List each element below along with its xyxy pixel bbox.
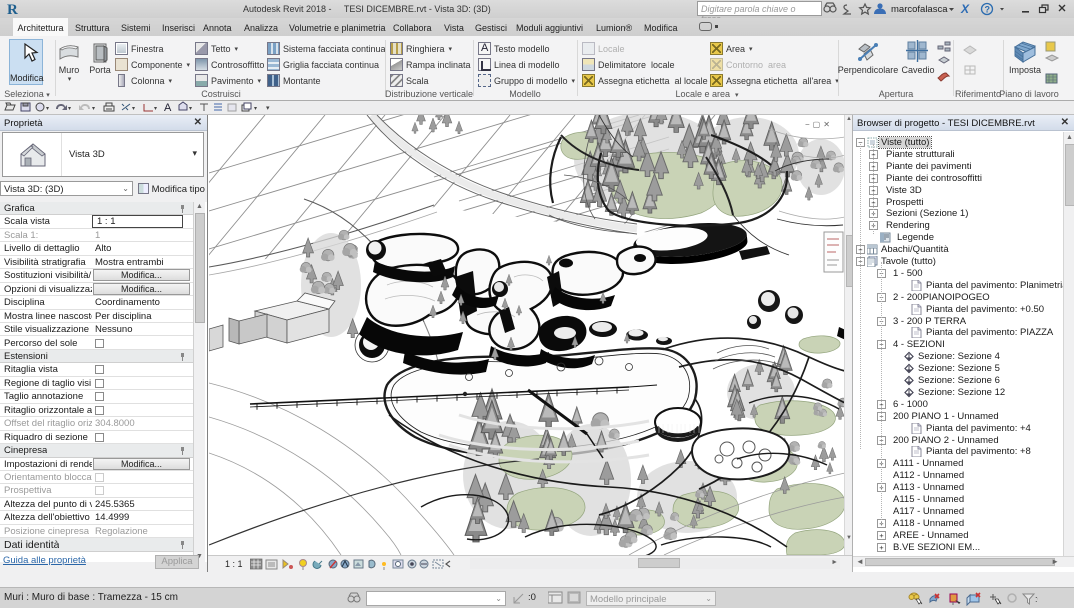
svg-text:?: ?: [985, 5, 991, 15]
svg-text::0: :0: [1035, 594, 1038, 604]
svg-text:▾: ▾: [68, 106, 71, 112]
svg-text:X: X: [960, 2, 970, 16]
svg-text:▾: ▾: [189, 106, 192, 112]
svg-text:marcofalasca: marcofalasca: [891, 4, 948, 15]
svg-text:▾: ▾: [46, 106, 49, 112]
svg-text:A: A: [164, 102, 172, 114]
svg-text:▾: ▾: [92, 106, 95, 112]
svg-text:▾: ▾: [266, 105, 270, 112]
svg-text:R: R: [7, 2, 18, 17]
svg-text:▾: ▾: [254, 106, 257, 112]
svg-text:▾: ▾: [154, 106, 157, 112]
svg-text:▾: ▾: [132, 106, 135, 112]
